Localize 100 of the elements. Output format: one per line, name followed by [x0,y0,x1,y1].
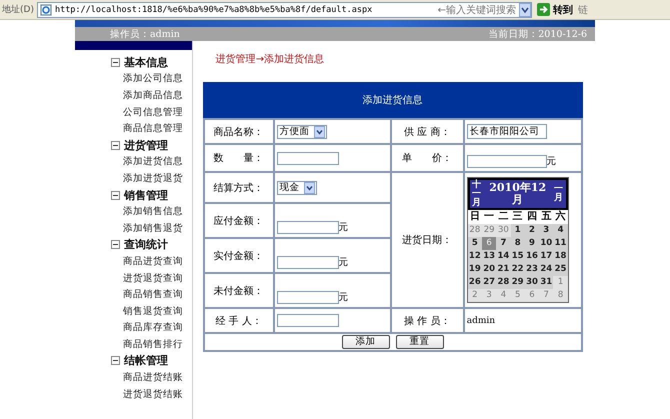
previous-month-link[interactable]: 十一月 [472,180,482,208]
calendar-day[interactable]: 21 [496,263,511,276]
amount-due-input[interactable] [276,221,339,234]
weekday-label: 日 [468,210,482,224]
sidebar-link[interactable]: 添加商品信息 [123,88,183,102]
sidebar-link[interactable]: 添加进货信息 [123,155,183,168]
sidebar-link[interactable]: 销售退货查询 [123,304,183,318]
unit-label: 元 [338,222,349,233]
sidebar-link[interactable]: 商品销售排行 [123,338,183,351]
sidebar-section-title[interactable]: 查询统计 [124,237,168,252]
breadcrumb: 进货管理→添加进货信息 [214,52,326,67]
sidebar-link[interactable]: 公司信息管理 [123,106,183,119]
sidebar-section-title[interactable]: 销售管理 [124,188,168,203]
links-label[interactable]: 链 [578,2,588,16]
unit-label: 元 [546,156,557,167]
unit-label: 元 [338,257,349,268]
collapse-icon[interactable] [111,356,120,366]
field-label: 实付金额： [214,250,264,262]
operator-text: 操作员：admin [110,28,180,40]
calendar-day[interactable]: 29 [510,276,525,289]
calendar-day[interactable]: 10 [539,237,554,250]
calendar-title: 2010年12月 [488,182,547,206]
field-label: 数 量： [214,153,264,164]
next-month-link[interactable]: 一月 [554,185,564,203]
calendar-day[interactable]: 26 [468,276,482,289]
field-label: 供 应 商： [404,126,450,138]
address-label: 地址(D) [2,4,34,16]
calendar-day[interactable]: 19 [468,263,482,276]
calendar-day[interactable]: 18 [553,250,568,263]
calendar-day[interactable]: 8 [510,237,525,250]
unit-price-input[interactable] [466,155,547,168]
weekday-label: 六 [553,210,568,224]
supplier-input[interactable]: 长春市阳阳公司 [466,124,547,139]
calendar-day[interactable]: 23 [524,263,540,276]
field-label: 应付金额： [214,216,264,226]
payment-method-select[interactable]: 现金 [276,180,317,194]
calendar-day[interactable]: 9 [524,237,540,250]
calendar-day[interactable]: 7 [496,237,511,250]
sidebar-link[interactable]: 进货退货查询 [123,272,183,285]
calendar-day[interactable]: 16 [524,250,540,263]
operator-value: admin [466,316,496,326]
sidebar-link[interactable]: 添加公司信息 [123,72,183,86]
form-button[interactable]: 添加 [342,335,390,349]
collapse-icon[interactable] [111,58,120,67]
weekday-label: 四 [524,210,540,224]
sidebar-link[interactable]: 商品信息管理 [123,122,183,136]
calendar-day[interactable]: 12 [468,250,482,263]
amount-unpaid-input[interactable] [276,291,339,304]
sidebar-section-title[interactable]: 基本信息 [124,54,168,70]
sidebar-link[interactable]: 商品进货结账 [123,371,183,384]
url-field[interactable]: http://localhost:1818/%e6%ba%90%e7%a8%8b%e5%ba%8f/default.aspx ←输入关键词搜索 [36,2,532,18]
collapse-icon[interactable] [111,140,120,150]
amount-paid-input[interactable] [276,256,339,269]
search-field[interactable]: ←输入关键词搜索 [438,2,516,16]
weekday-label: 五 [539,210,554,224]
date-text: 当前日期：2010-12-6 [488,28,587,40]
sidebar-section-title[interactable]: 进货管理 [124,138,168,153]
field-label: 商品名称： [214,126,264,138]
calendar-day[interactable]: 15 [510,250,525,263]
calendar-day[interactable]: 2 [524,224,540,237]
calendar-day[interactable]: 28 [496,276,511,289]
field-label: 未付金额： [214,286,264,296]
calendar-day[interactable]: 4 [553,224,568,237]
calendar-day[interactable]: 13 [482,250,496,263]
sidebar-link[interactable]: 添加销售信息 [123,205,183,218]
form-button[interactable]: 重置 [396,335,444,349]
field-label: 进货日期： [402,235,452,246]
calendar-day[interactable]: 25 [553,263,568,276]
go-button[interactable]: 转到 [534,2,575,16]
sidebar-link[interactable]: 添加销售退货 [123,222,183,235]
calendar-day[interactable]: 11 [553,237,568,250]
sidebar-section-title[interactable]: 结帐管理 [124,353,168,368]
calendar-day[interactable]: 24 [539,263,554,276]
sidebar-link[interactable]: 商品销售查询 [123,288,183,302]
quantity-input[interactable] [276,152,339,164]
calendar-day[interactable]: 17 [539,250,554,263]
sidebar-link[interactable]: 商品库存查询 [123,321,183,334]
sidebar-link[interactable]: 商品进货查询 [123,254,183,268]
weekday-label: 三 [510,210,525,224]
sidebar-link[interactable]: 添加进货退货 [123,172,183,185]
calendar-day[interactable]: 20 [482,263,496,276]
sidebar-link[interactable]: 进货退货结账 [123,388,183,401]
calendar-day[interactable]: 5 [468,237,482,250]
calendar-day[interactable]: 31 [539,276,554,289]
unit-label: 元 [338,292,349,303]
calendar-day[interactable]: 22 [510,263,525,276]
field-label: 经 手 人： [216,316,262,326]
product-select[interactable]: 方便面 [276,124,327,138]
handler-input[interactable] [276,314,339,327]
field-label: 操 作 员： [404,316,450,326]
collapse-icon[interactable] [111,240,120,250]
weekday-label: 一 [482,210,496,224]
calendar-day[interactable]: 14 [496,250,511,263]
calendar-day[interactable]: 3 [539,224,554,237]
calendar-day[interactable]: 1 [510,224,525,237]
arrow-icon [536,3,550,16]
collapse-icon[interactable] [111,190,120,200]
calendar-day[interactable]: 27 [482,276,496,289]
calendar-day[interactable]: 30 [524,276,540,289]
field-label: 单 价： [402,153,452,164]
